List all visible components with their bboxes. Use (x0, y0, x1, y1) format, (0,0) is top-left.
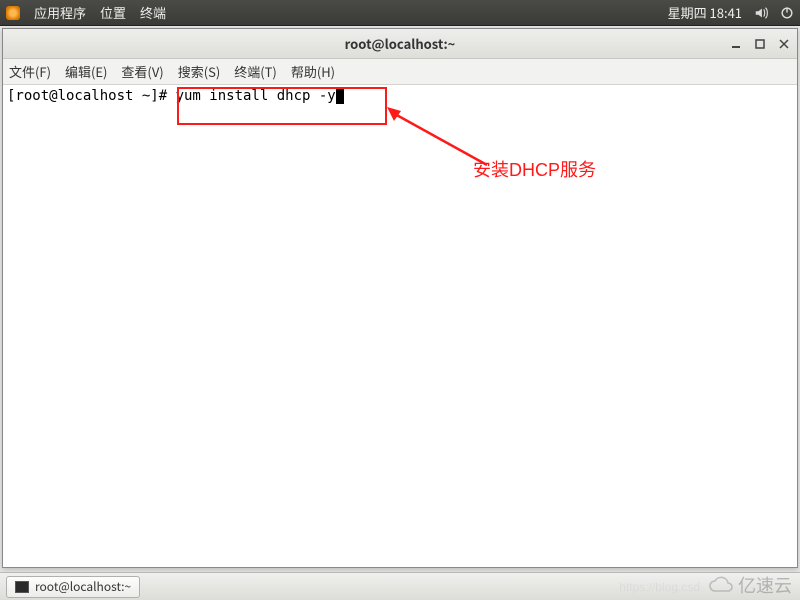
shell-command: yum install dhcp -y (176, 88, 336, 104)
minimize-button[interactable] (727, 35, 745, 53)
menu-edit[interactable]: 编辑(E) (65, 62, 107, 81)
clock-label[interactable]: 星期四 18:41 (668, 3, 742, 22)
menu-view[interactable]: 查看(V) (121, 62, 163, 81)
terminal-viewport[interactable]: [root@localhost ~]# yum install dhcp -y … (3, 85, 797, 567)
panel-menu-terminal[interactable]: 终端 (140, 3, 166, 22)
terminal-icon (15, 581, 29, 593)
taskbar-window-button[interactable]: root@localhost:~ (6, 576, 140, 598)
blog-watermark: https://blog.csd (619, 580, 700, 594)
site-watermark: 亿速云 (708, 572, 792, 598)
maximize-button[interactable] (751, 35, 769, 53)
shell-prompt: [root@localhost ~]# (7, 88, 176, 104)
window-title: root@localhost:~ (345, 34, 456, 53)
window-titlebar[interactable]: root@localhost:~ (3, 29, 797, 59)
text-cursor (336, 89, 344, 104)
cloud-icon (708, 576, 734, 594)
menu-search[interactable]: 搜索(S) (178, 62, 221, 81)
gnome-top-panel: 应用程序 位置 终端 星期四 18:41 (0, 0, 800, 26)
terminal-window: root@localhost:~ 文件(F) 编辑(E) 查看(V) 搜索(S)… (2, 28, 798, 568)
menu-help[interactable]: 帮助(H) (291, 62, 335, 81)
annotation-label: 安装DHCP服务 (473, 159, 596, 182)
taskbar-window-label: root@localhost:~ (35, 578, 131, 595)
power-icon[interactable] (780, 6, 794, 20)
terminal-menubar: 文件(F) 编辑(E) 查看(V) 搜索(S) 终端(T) 帮助(H) (3, 59, 797, 85)
volume-icon[interactable] (754, 6, 768, 20)
close-button[interactable] (775, 35, 793, 53)
panel-menu-applications[interactable]: 应用程序 (34, 3, 86, 22)
panel-menu-places[interactable]: 位置 (100, 3, 126, 22)
distro-icon (6, 6, 20, 20)
annotation-arrow (387, 107, 491, 167)
menu-file[interactable]: 文件(F) (9, 62, 51, 81)
menu-terminal[interactable]: 终端(T) (234, 62, 277, 81)
